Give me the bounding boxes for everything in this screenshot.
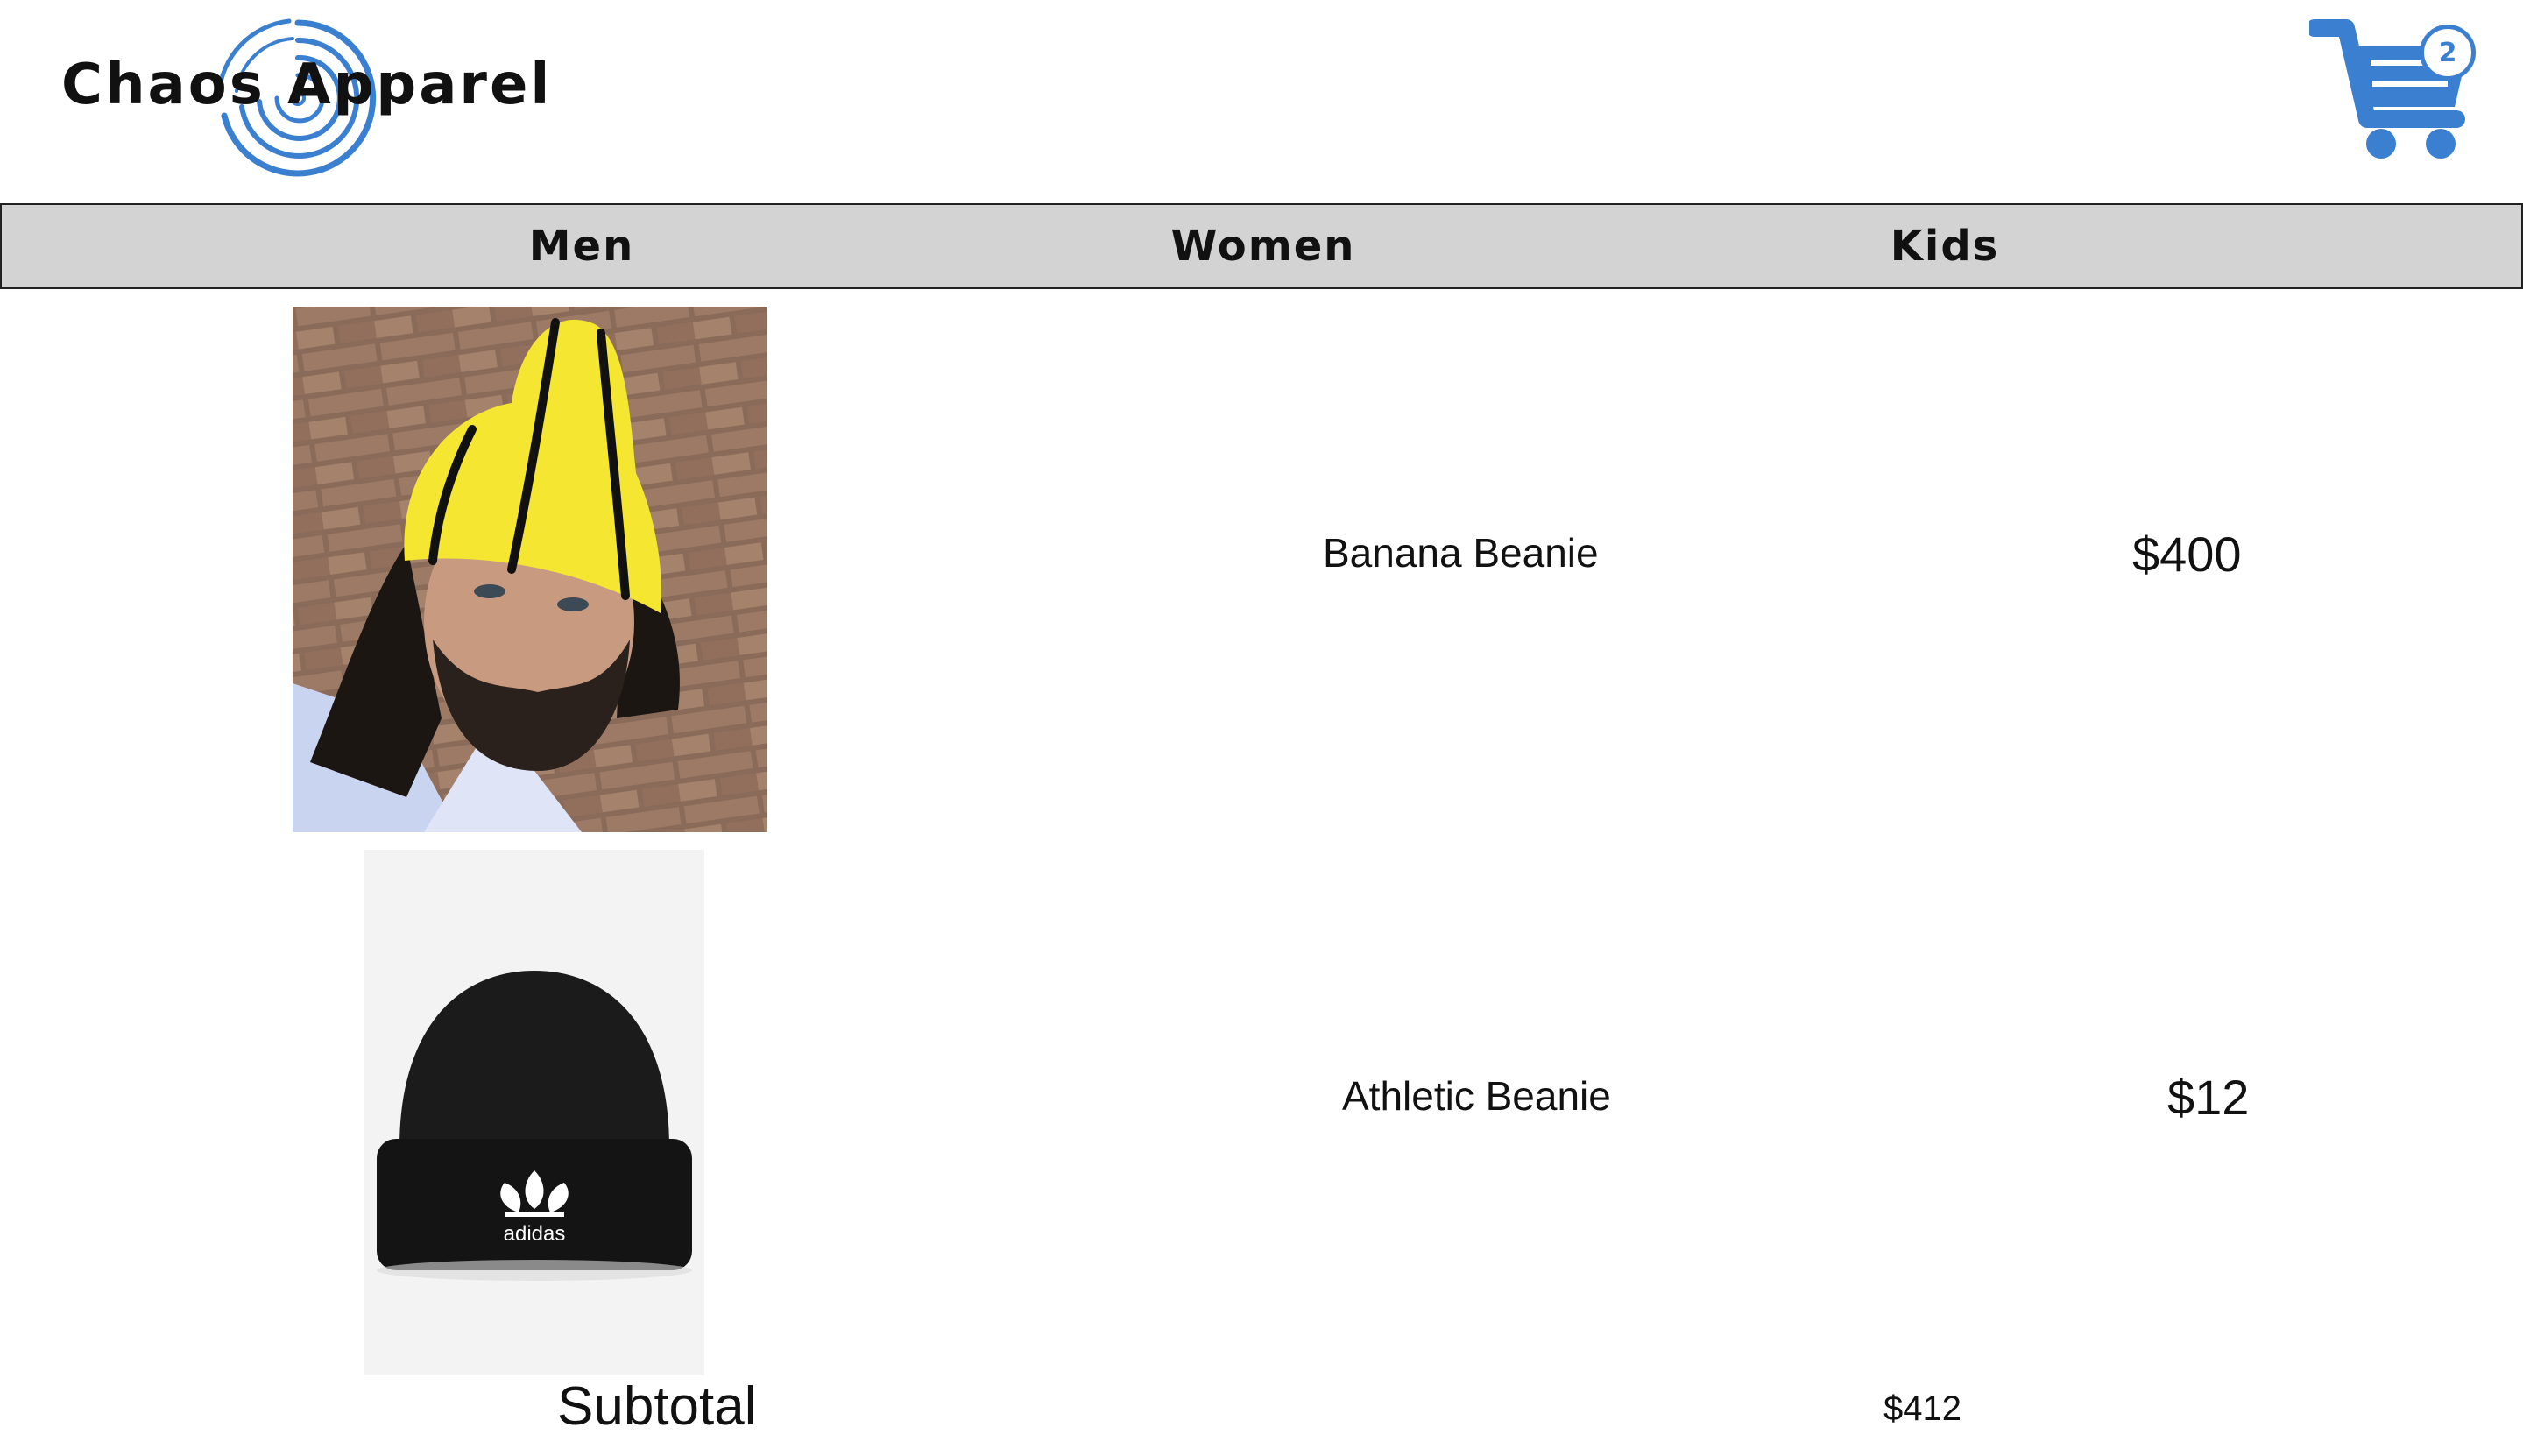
banana-beanie-image [293,307,767,832]
nav-item-women[interactable]: Women [1088,205,1438,287]
cart-item-name: Banana Beanie [1323,530,1599,576]
subtotal-label: Subtotal [557,1376,757,1437]
nav-item-kids[interactable]: Kids [1770,205,2120,287]
cart-item-name: Athletic Beanie [1342,1073,1611,1119]
brand-logo[interactable]: Chaos Apparel [53,11,549,186]
svg-text:adidas: adidas [504,1222,566,1246]
cart-button[interactable]: 2 [2309,16,2481,163]
nav-item-men[interactable]: Men [406,205,757,287]
athletic-beanie-image: adidas [364,850,704,1375]
cart-item-price: $12 [2167,1070,2250,1125]
cart-item-price: $400 [2132,527,2242,582]
category-nav: Men Women Kids [0,203,2523,289]
brand-name: Chaos Apparel [61,53,553,117]
subtotal-value: $412 [1883,1389,1961,1428]
cart-count-badge: 2 [2420,25,2476,81]
